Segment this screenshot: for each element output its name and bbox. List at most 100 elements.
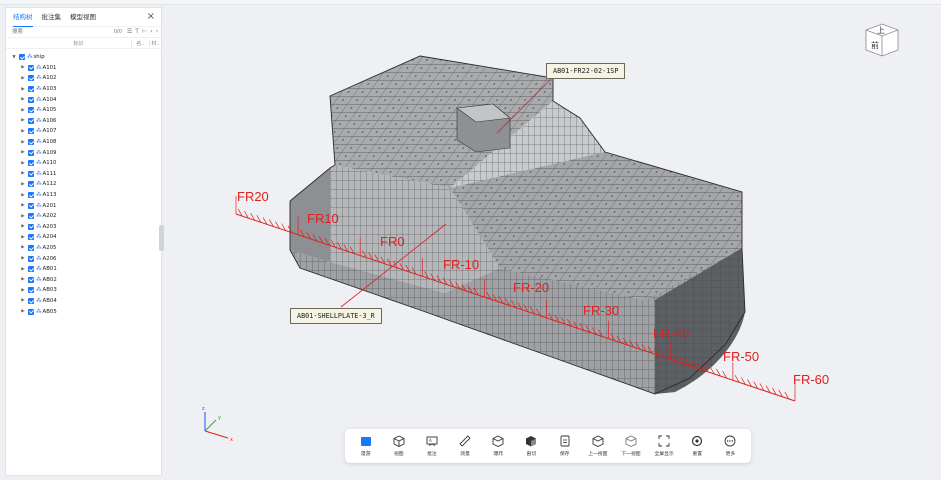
chevron-right-icon[interactable]: ▶ [20, 97, 26, 102]
tree-node[interactable]: ▶ ⁂ A104 [6, 94, 161, 105]
chevron-right-icon[interactable]: ▶ [20, 214, 26, 219]
checkbox[interactable] [28, 96, 34, 103]
tab-model-views[interactable]: 模型视图 [70, 8, 96, 26]
checkbox[interactable] [28, 170, 34, 177]
tree-node[interactable]: ▶ ⁂ A202 [6, 211, 161, 222]
prev-result-icon[interactable]: ‹ [150, 27, 152, 37]
column-name[interactable]: 名.. [131, 39, 149, 47]
tree-node[interactable]: ▶ ⁂ AB01 [6, 264, 161, 275]
chevron-right-icon[interactable]: ▶ [20, 118, 26, 123]
tree-node[interactable]: ▶ ⁂ A113 [6, 190, 161, 201]
chevron-right-icon[interactable]: ▶ [20, 150, 26, 155]
view-cube[interactable]: 上 前 [863, 22, 901, 58]
search-input[interactable] [12, 27, 114, 37]
3d-viewport[interactable]: FR20 FR10 FR0 FR-10 FR-20 FR-30 FR-40 FR… [163, 5, 941, 480]
chevron-right-icon[interactable]: ▶ [20, 256, 26, 261]
column-material[interactable]: 材.. [149, 39, 161, 47]
chevron-right-icon[interactable]: ▶ [20, 65, 26, 70]
toolbar-button-annotation[interactable]: A 批注 [415, 435, 448, 457]
chevron-right-icon[interactable]: ▶ [20, 161, 26, 166]
checkbox[interactable] [28, 128, 34, 135]
chevron-right-icon[interactable]: ▶ [20, 288, 26, 293]
chevron-right-icon[interactable]: ▶ [20, 203, 26, 208]
next-result-icon[interactable]: › [156, 27, 158, 37]
toolbar-button-prev-view[interactable]: 上一视图 [581, 435, 614, 457]
toolbar-button-more[interactable]: 更多 [714, 435, 747, 457]
checkbox[interactable] [28, 160, 34, 167]
match-case-icon[interactable]: ☰ [127, 27, 132, 37]
toolbar-button-fullscreen[interactable]: 全屏显示 [648, 435, 681, 457]
checkbox[interactable] [28, 181, 34, 188]
checkbox[interactable] [28, 244, 34, 251]
tree-node[interactable]: ▶ ⁂ A103 [6, 84, 161, 95]
chevron-right-icon[interactable]: ▶ [20, 76, 26, 81]
tree-node[interactable]: ▶ ⁂ A205 [6, 243, 161, 254]
tree-node[interactable]: ▶ ⁂ A111 [6, 169, 161, 180]
whole-word-icon[interactable]: ⊢ [142, 27, 147, 37]
tree-root[interactable]: ▼ ⁂ ship [6, 52, 161, 63]
checkbox[interactable] [28, 107, 34, 114]
chevron-right-icon[interactable]: ▶ [20, 245, 26, 250]
checkbox[interactable] [28, 223, 34, 230]
tree-node[interactable]: ▶ ⁂ AB03 [6, 285, 161, 296]
checkbox[interactable] [28, 287, 34, 294]
view-cube-top[interactable]: 上 [877, 25, 885, 36]
checkbox[interactable] [28, 64, 34, 71]
column-id[interactable]: 标识 [6, 40, 131, 47]
checkbox[interactable] [19, 54, 25, 61]
toolbar-button-section[interactable]: 剖切 [515, 435, 548, 457]
tree-node[interactable]: ▶ ⁂ A204 [6, 232, 161, 243]
toolbar-button-explode[interactable]: 爆炸 [482, 435, 515, 457]
chevron-right-icon[interactable]: ▶ [20, 277, 26, 282]
checkbox[interactable] [28, 202, 34, 209]
chevron-right-icon[interactable]: ▶ [20, 267, 26, 272]
checkbox[interactable] [28, 149, 34, 156]
tree-node[interactable]: ▶ ⁂ A107 [6, 126, 161, 137]
chevron-right-icon[interactable]: ▶ [20, 140, 26, 145]
chevron-right-icon[interactable]: ▶ [20, 298, 26, 303]
checkbox[interactable] [28, 234, 34, 241]
checkbox[interactable] [28, 117, 34, 124]
tree-node[interactable]: ▶ ⁂ A101 [6, 63, 161, 74]
chevron-right-icon[interactable]: ▶ [20, 182, 26, 187]
tree-node[interactable]: ▶ ⁂ A102 [6, 73, 161, 84]
checkbox[interactable] [28, 297, 34, 304]
tree-node[interactable]: ▶ ⁂ A108 [6, 137, 161, 148]
chevron-right-icon[interactable]: ▶ [20, 309, 26, 314]
checkbox[interactable] [28, 255, 34, 262]
chevron-down-icon[interactable]: ▼ [11, 55, 17, 60]
chevron-right-icon[interactable]: ▶ [20, 193, 26, 198]
close-icon[interactable]: × [147, 12, 155, 22]
callout-top[interactable]: AB01-FR22-02-1SP [546, 63, 626, 79]
toolbar-button-ruler[interactable]: 测量 [449, 435, 482, 457]
tree-node[interactable]: ▶ ⁂ A110 [6, 158, 161, 169]
chevron-right-icon[interactable]: ▶ [20, 108, 26, 113]
checkbox[interactable] [28, 308, 34, 315]
checkbox[interactable] [28, 86, 34, 93]
checkbox[interactable] [28, 213, 34, 220]
toolbar-button-reset[interactable]: 重置 [681, 435, 714, 457]
tree-node[interactable]: ▶ ⁂ A109 [6, 147, 161, 158]
tree-node[interactable]: ▶ ⁂ AB04 [6, 296, 161, 307]
tree-node[interactable]: ▶ ⁂ A203 [6, 222, 161, 233]
tree-node[interactable]: ▶ ⁂ AB02 [6, 274, 161, 285]
tree-node[interactable]: ▶ ⁂ A106 [6, 116, 161, 127]
tree-node[interactable]: ▶ ⁂ A112 [6, 179, 161, 190]
chevron-right-icon[interactable]: ▶ [20, 129, 26, 134]
toolbar-button-walk[interactable]: 漫游 [349, 435, 382, 457]
view-cube-front[interactable]: 前 [871, 40, 879, 51]
chevron-right-icon[interactable]: ▶ [20, 171, 26, 176]
checkbox[interactable] [28, 276, 34, 283]
tab-annotations[interactable]: 批注集 [42, 8, 62, 26]
tree-node[interactable]: ▶ ⁂ A105 [6, 105, 161, 116]
checkbox[interactable] [28, 139, 34, 146]
checkbox[interactable] [28, 75, 34, 82]
tree-node[interactable]: ▶ ⁂ A206 [6, 253, 161, 264]
text-filter-icon[interactable]: T [135, 27, 139, 37]
toolbar-button-save[interactable]: 保存 [548, 435, 581, 457]
tree-node[interactable]: ▶ ⁂ AB05 [6, 306, 161, 317]
chevron-right-icon[interactable]: ▶ [20, 235, 26, 240]
tree-node[interactable]: ▶ ⁂ A201 [6, 200, 161, 211]
toolbar-button-next-view[interactable]: 下一视图 [614, 435, 647, 457]
chevron-right-icon[interactable]: ▶ [20, 224, 26, 229]
